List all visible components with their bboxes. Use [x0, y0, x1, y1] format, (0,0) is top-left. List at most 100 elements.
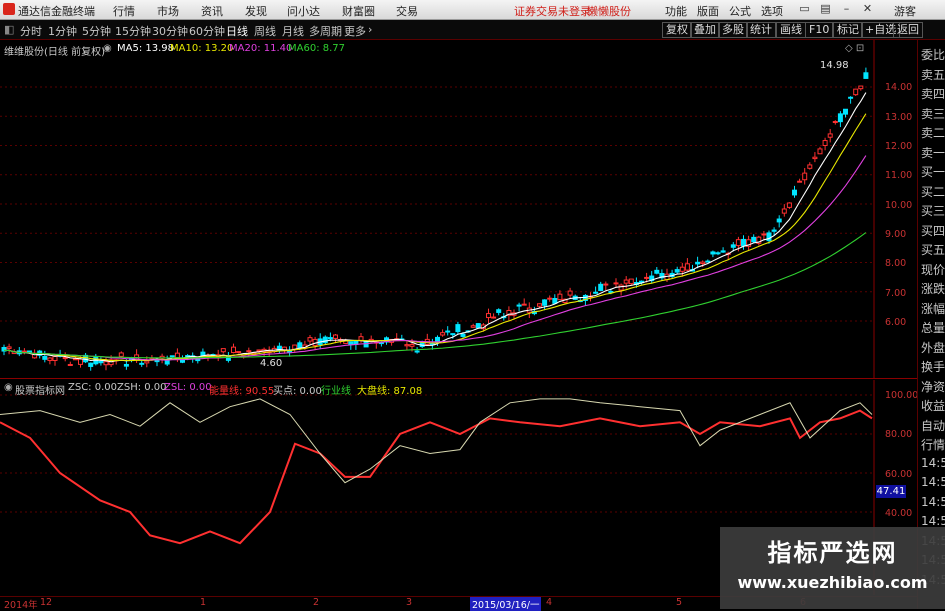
- side-panel-item[interactable]: 14:5: [921, 475, 945, 489]
- candle-body: [822, 140, 828, 146]
- side-panel-item[interactable]: 总量: [921, 319, 945, 336]
- side-panel-item[interactable]: 买二: [921, 183, 945, 200]
- side-panel-item[interactable]: 换手: [921, 358, 945, 375]
- period-tab-1min[interactable]: 1分钟: [48, 23, 77, 39]
- candle-body: [348, 341, 354, 345]
- menu-item-ask[interactable]: 问小达: [287, 3, 320, 19]
- login-notice[interactable]: 证券交易未登录: [514, 3, 591, 19]
- menu-item-news[interactable]: 资讯: [201, 3, 223, 19]
- back-button[interactable]: 返回: [893, 22, 923, 38]
- side-panel-item[interactable]: 现价: [921, 261, 945, 278]
- mark-button[interactable]: 标记: [833, 22, 863, 38]
- kline-plot[interactable]: [0, 40, 875, 378]
- candle-body: [700, 261, 706, 264]
- candle-body: [67, 364, 73, 367]
- close-icon[interactable]: ✕: [860, 2, 875, 16]
- candle-body: [552, 297, 558, 304]
- kline-chart[interactable]: 维维股份(日线 前复权) ◉ MA5: 13.98 MA10: 13.20 MA…: [0, 40, 875, 378]
- candle-body: [832, 121, 838, 124]
- date-tick: 5: [676, 597, 683, 608]
- side-panel-item[interactable]: 卖一: [921, 144, 945, 161]
- price-tick: 7.00: [885, 288, 907, 299]
- adjust-button[interactable]: 复权: [662, 22, 692, 38]
- indicator-tick: 80.00: [885, 429, 913, 440]
- period-tab-intraday[interactable]: 分时: [20, 23, 42, 39]
- candle-body: [710, 251, 716, 255]
- period-tab-30min[interactable]: 30分钟: [152, 23, 188, 39]
- side-panel-item[interactable]: 买五: [921, 241, 945, 258]
- side-panel-item[interactable]: 卖五: [921, 66, 945, 83]
- multi-stock-button[interactable]: 多股: [718, 22, 748, 38]
- side-panel-item[interactable]: 买一: [921, 163, 945, 180]
- menu-item-wealth[interactable]: 财富圈: [342, 3, 375, 19]
- period-tab-multi[interactable]: 多周期: [309, 23, 342, 39]
- candle-body: [21, 350, 27, 353]
- period-tab-daily[interactable]: 日线: [226, 23, 248, 39]
- side-panel-item[interactable]: 买四: [921, 222, 945, 239]
- toolbar-toggle-icon[interactable]: ◧: [4, 23, 14, 36]
- candle-body: [684, 263, 690, 271]
- candle-body: [450, 333, 456, 336]
- candle-body: [781, 208, 787, 214]
- period-tab-15min[interactable]: 15分钟: [115, 23, 151, 39]
- side-panel-item[interactable]: 自动: [921, 417, 945, 434]
- side-panel-item[interactable]: 涨跌: [921, 280, 945, 297]
- guest-label[interactable]: 游客: [894, 3, 916, 19]
- side-panel-item[interactable]: 买三: [921, 202, 945, 219]
- statistics-button[interactable]: 统计: [746, 22, 776, 38]
- candle-body: [751, 236, 757, 243]
- period-tab-more[interactable]: 更多: [344, 23, 366, 39]
- side-panel-item[interactable]: 行情: [921, 436, 945, 453]
- settings-icon[interactable]: ▤: [818, 2, 833, 16]
- side-panel-item[interactable]: 14:5: [921, 514, 945, 528]
- side-panel-item[interactable]: 委比: [921, 46, 945, 63]
- restore-icon[interactable]: ▭: [797, 2, 812, 16]
- menu-item-trade[interactable]: 交易: [396, 3, 418, 19]
- quote-side-panel[interactable]: 委比卖五卖四卖三卖二卖一买一买二买三买四买五现价涨跌涨幅总量外盘换手净资收益自动…: [917, 40, 945, 609]
- side-panel-item[interactable]: 净资: [921, 378, 945, 395]
- menu-item-discover[interactable]: 发现: [245, 3, 267, 19]
- candle-body: [169, 355, 175, 358]
- period-tab-monthly[interactable]: 月线: [282, 23, 304, 39]
- high-price-label: 14.98: [820, 60, 849, 71]
- ma-line-60: [3, 232, 867, 359]
- indicator-tick: 40.00: [885, 508, 913, 519]
- overlay-button[interactable]: 叠加: [690, 22, 720, 38]
- side-panel-item[interactable]: 外盘: [921, 339, 945, 356]
- date-tick: 3: [406, 597, 413, 608]
- minimize-icon[interactable]: –: [839, 2, 854, 16]
- side-panel-item[interactable]: 卖二: [921, 124, 945, 141]
- menu-item-market[interactable]: 市场: [157, 3, 179, 19]
- side-panel-item[interactable]: 卖三: [921, 105, 945, 122]
- draw-line-button[interactable]: 画线: [776, 22, 806, 38]
- period-tab-weekly[interactable]: 周线: [254, 23, 276, 39]
- candle-body: [42, 355, 48, 360]
- menu-item-quotes[interactable]: 行情: [113, 3, 135, 19]
- candle-body: [802, 172, 808, 181]
- menu-item-layout[interactable]: 版面: [697, 3, 719, 19]
- candle-body: [771, 229, 777, 232]
- side-panel-item[interactable]: 收益: [921, 397, 945, 414]
- side-panel-item[interactable]: 涨幅: [921, 300, 945, 317]
- f10-button[interactable]: F10: [805, 22, 834, 38]
- more-chevron-icon[interactable]: ›: [368, 23, 372, 36]
- period-tab-60min[interactable]: 60分钟: [189, 23, 225, 39]
- period-tab-5min[interactable]: 5分钟: [82, 23, 111, 39]
- menu-item-function[interactable]: 功能: [665, 3, 687, 19]
- side-panel-item[interactable]: 卖四: [921, 85, 945, 102]
- candle-body: [88, 362, 94, 367]
- menu-item-formula[interactable]: 公式: [729, 3, 751, 19]
- candle-body: [537, 303, 542, 307]
- chart-expand-icon[interactable]: ◇ ⊡: [845, 43, 864, 54]
- pane-divider[interactable]: [0, 378, 917, 379]
- candle-body: [123, 363, 129, 367]
- menu-item-options[interactable]: 选项: [761, 3, 783, 19]
- date-tick: 2: [313, 597, 320, 608]
- side-panel-item[interactable]: 14:5: [921, 495, 945, 509]
- candle-body: [547, 297, 553, 300]
- side-panel-item[interactable]: 14:5: [921, 456, 945, 470]
- candle-body: [236, 351, 242, 354]
- watermark-title: 指标严选网: [767, 539, 898, 567]
- candle-body: [786, 202, 792, 208]
- candle-body: [730, 244, 736, 248]
